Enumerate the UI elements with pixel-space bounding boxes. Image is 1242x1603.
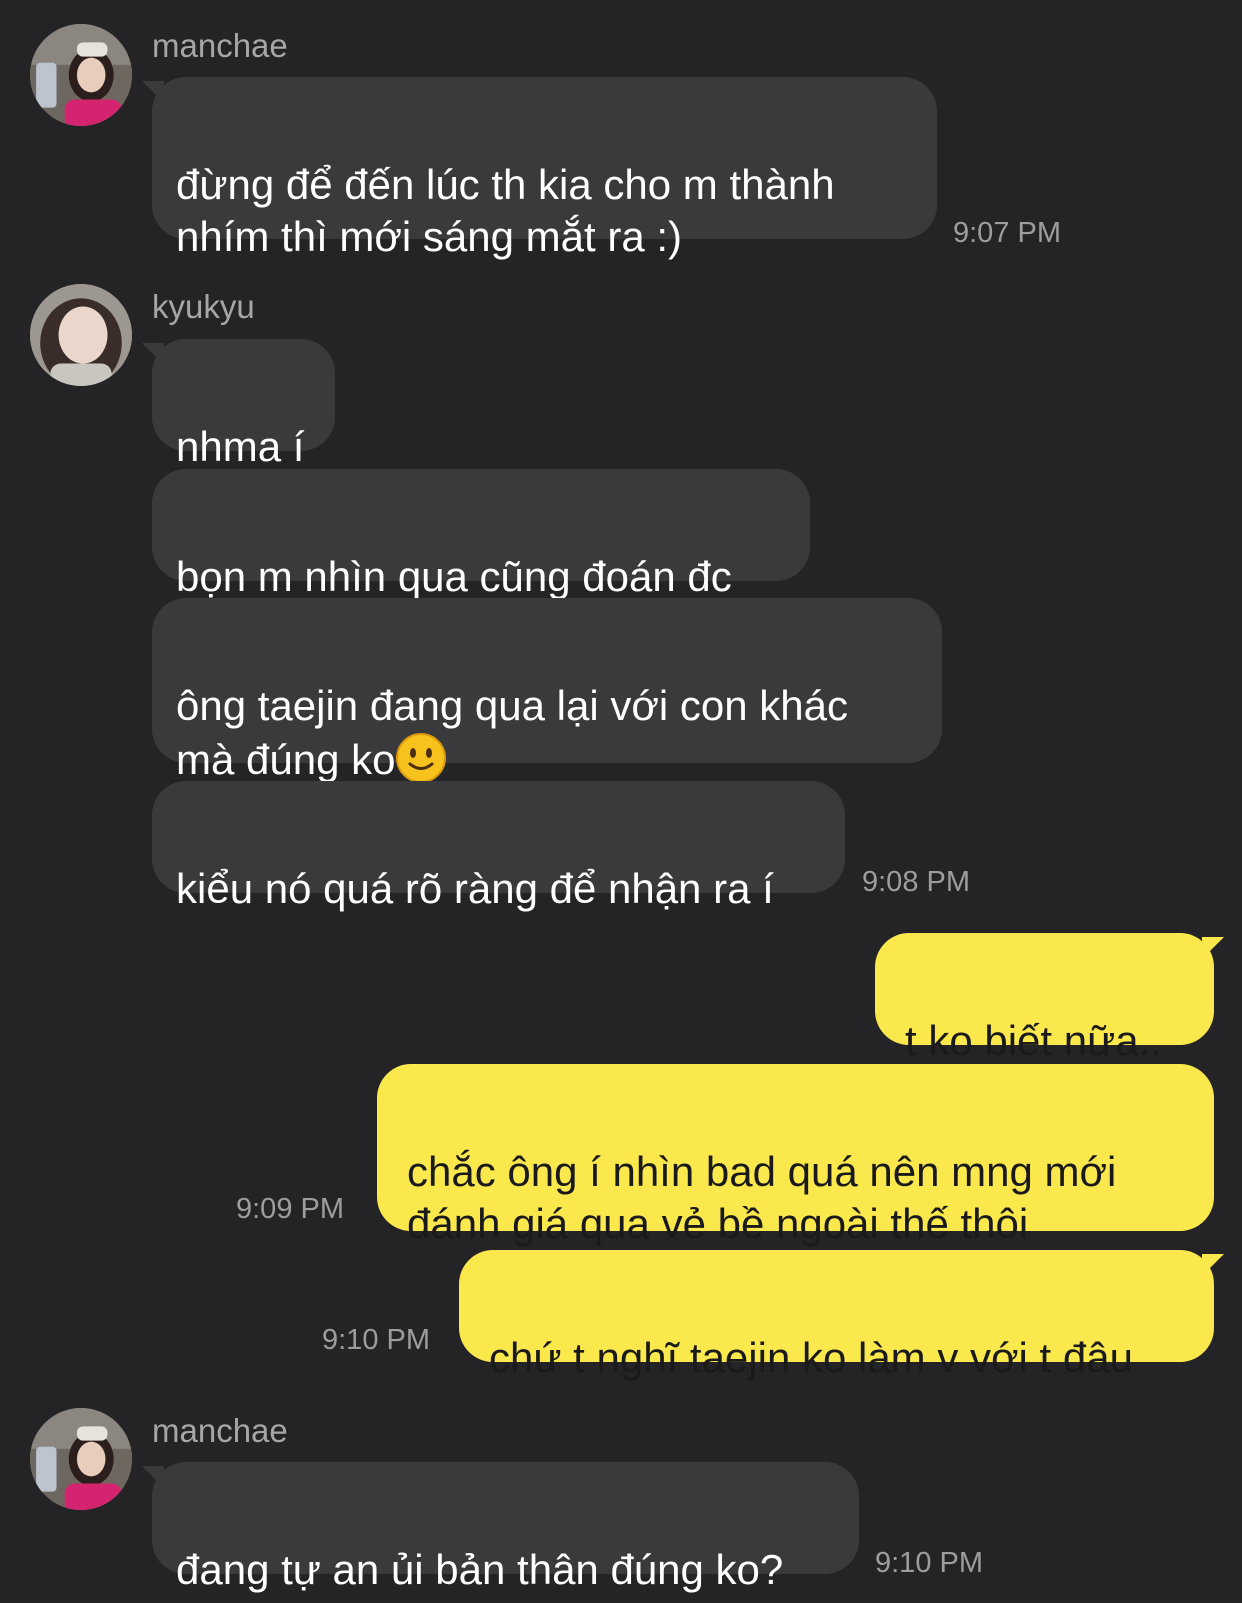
bubble-tail xyxy=(1202,937,1224,959)
sender-name: manchae xyxy=(152,27,288,64)
message-timestamp: 9:10 PM xyxy=(875,1547,983,1579)
message-timestamp: 9:07 PM xyxy=(953,217,1061,249)
incoming-message-bubble[interactable]: nhma í xyxy=(142,339,335,470)
avatar-photo xyxy=(30,1408,132,1510)
message-text: kiểu nó quá rõ ràng để nhận ra í xyxy=(176,865,774,912)
bubble-tail xyxy=(1202,1254,1224,1276)
bubble-tail xyxy=(142,343,164,365)
sender-name: manchae xyxy=(152,1412,288,1449)
message-text: đừng để đến lúc th kia cho m thành nhím … xyxy=(176,161,835,260)
avatar-manchae[interactable] xyxy=(30,24,132,126)
message-timestamp: 9:09 PM xyxy=(236,1193,344,1225)
outgoing-message-bubble[interactable]: chắc ông í nhìn bad quá nên mng mới đánh… xyxy=(377,1064,1214,1247)
incoming-message-bubble[interactable]: bọn m nhìn qua cũng đoán đc xyxy=(152,469,810,600)
message-text: nhma í xyxy=(176,423,305,470)
message-text: t ko biết nữa.. xyxy=(905,1017,1162,1064)
sender-name: kyukyu xyxy=(152,288,255,325)
message-text: bọn m nhìn qua cũng đoán đc xyxy=(176,553,732,600)
avatar-kyukyu[interactable] xyxy=(30,284,132,386)
message-timestamp: 9:08 PM xyxy=(862,866,970,898)
incoming-message-bubble[interactable]: kiểu nó quá rõ ràng để nhận ra í xyxy=(152,781,845,912)
slightly-smiling-face-icon xyxy=(396,733,447,783)
avatar-photo xyxy=(30,284,132,386)
bubble-tail xyxy=(142,1466,164,1488)
outgoing-message-bubble[interactable]: chứ t nghĩ taejin ko làm v với t đâu xyxy=(459,1250,1224,1381)
message-text: chứ t nghĩ taejin ko làm v với t đâu xyxy=(489,1334,1133,1381)
bubble-tail xyxy=(142,81,164,103)
outgoing-message-bubble[interactable]: t ko biết nữa.. xyxy=(875,933,1224,1064)
message-timestamp: 9:10 PM xyxy=(322,1324,430,1356)
avatar-manchae[interactable] xyxy=(30,1408,132,1510)
incoming-message-bubble[interactable]: đừng để đến lúc th kia cho m thành nhím … xyxy=(142,77,937,260)
message-text: chắc ông í nhìn bad quá nên mng mới đánh… xyxy=(407,1148,1117,1247)
incoming-message-bubble[interactable]: ông taejin đang qua lại với con khác mà … xyxy=(152,598,942,783)
incoming-message-bubble[interactable]: đang tự an ủi bản thân đúng ko? xyxy=(142,1462,859,1593)
avatar-photo xyxy=(30,24,132,126)
message-text: ông taejin đang qua lại với con khác mà … xyxy=(176,682,848,783)
message-text: đang tự an ủi bản thân đúng ko? xyxy=(176,1546,784,1593)
